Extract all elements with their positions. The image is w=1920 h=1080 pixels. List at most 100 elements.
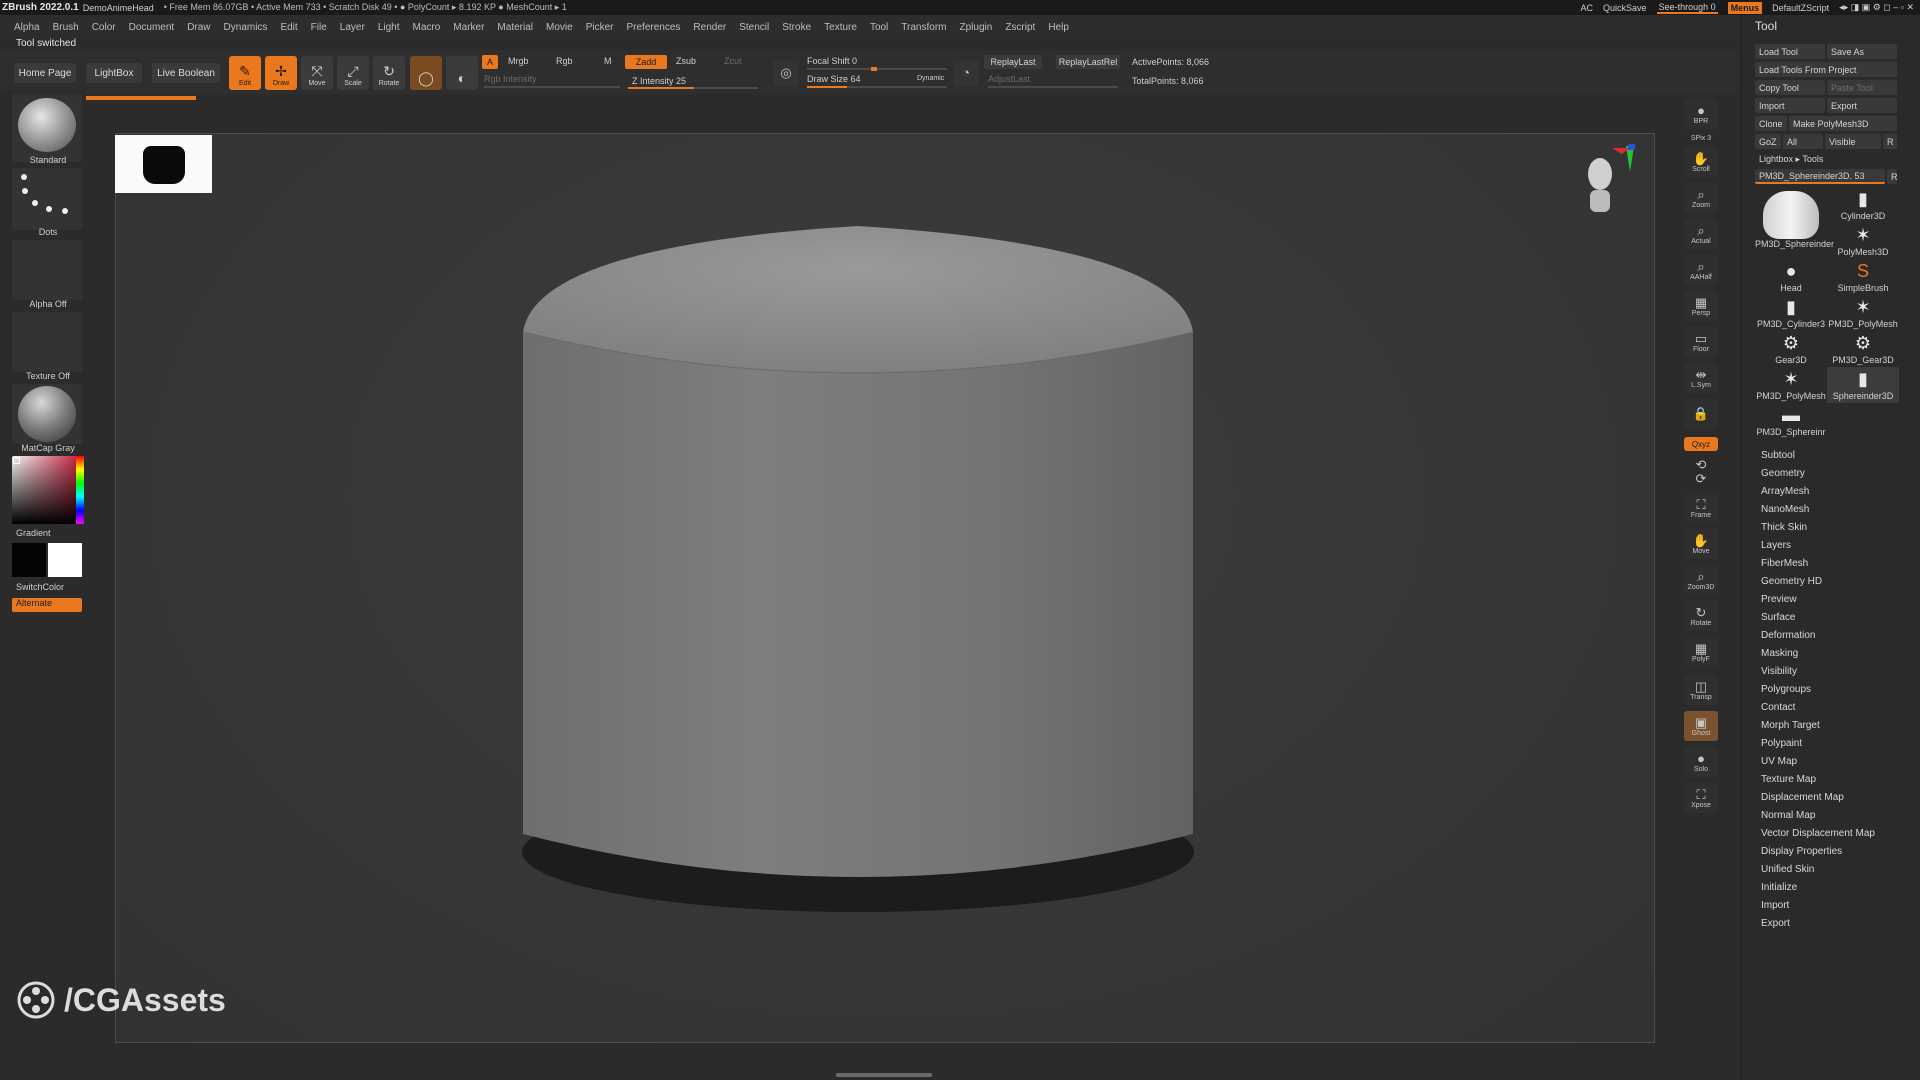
tool-pm3d-polymesh-2[interactable]: ✶ PM3D_PolyMesh (1755, 367, 1827, 403)
menu-alpha[interactable]: Alpha (14, 22, 40, 33)
see-through-slider[interactable]: See-through 0 (1656, 2, 1718, 14)
tool-pm3d-cylinder3[interactable]: ▮ PM3D_Cylinder3 (1755, 295, 1827, 331)
ghost-button[interactable]: ▣ Ghost (1684, 711, 1718, 741)
lsym-button[interactable]: ⇹ L.Sym (1684, 363, 1718, 393)
menu-file[interactable]: File (311, 22, 327, 33)
clone-button[interactable]: Clone (1755, 116, 1787, 131)
menu-zscript[interactable]: Zscript (1005, 22, 1035, 33)
quicksave-button[interactable]: QuickSave (1603, 3, 1647, 13)
actual-button[interactable]: ⌕ Actual (1684, 219, 1718, 249)
goz-button[interactable]: GoZ (1755, 134, 1781, 149)
menu-document[interactable]: Document (129, 22, 175, 33)
tool-sphereinder3d[interactable]: ▮ Sphereinder3D (1827, 367, 1899, 403)
menu-zplugin[interactable]: Zplugin (960, 22, 993, 33)
section-geometry[interactable]: Geometry (1761, 468, 1805, 479)
section-display-properties[interactable]: Display Properties (1761, 846, 1842, 857)
replay-last-rel-button[interactable]: ReplayLastRel (1056, 55, 1120, 69)
zoom3d-button[interactable]: ⌕ Zoom3D (1684, 565, 1718, 595)
menu-transform[interactable]: Transform (901, 22, 946, 33)
tool-pm3d-polymesh[interactable]: ✶ PM3D_PolyMesh (1827, 295, 1899, 331)
rgb-toggle[interactable]: Rgb (556, 56, 573, 66)
lightbox-tools-link[interactable]: Lightbox ▸ Tools (1755, 152, 1897, 167)
lightbox-button[interactable]: LightBox (86, 63, 142, 83)
section-uv-map[interactable]: UV Map (1761, 756, 1797, 767)
menu-tool[interactable]: Tool (870, 22, 888, 33)
zsub-toggle[interactable]: Zsub (676, 56, 696, 66)
section-displacement-map[interactable]: Displacement Map (1761, 792, 1844, 803)
bpr-button[interactable]: ● BPR (1684, 99, 1718, 129)
zadd-toggle[interactable]: Zadd (625, 55, 667, 69)
section-preview[interactable]: Preview (1761, 594, 1797, 605)
section-geometry-hd[interactable]: Geometry HD (1761, 576, 1822, 587)
export-button[interactable]: Export (1827, 98, 1897, 113)
menu-macro[interactable]: Macro (413, 22, 441, 33)
orientation-head-gizmo[interactable] (1576, 144, 1636, 224)
canvas-viewport[interactable] (115, 133, 1655, 1043)
load-tools-from-project-button[interactable]: Load Tools From Project (1755, 62, 1897, 77)
menu-render[interactable]: Render (693, 22, 726, 33)
draw-size-fill[interactable] (807, 86, 847, 88)
cylinder-mesh[interactable] (116, 134, 1655, 1043)
switch-color-button[interactable]: SwitchColor (12, 582, 84, 592)
section-texture-map[interactable]: Texture Map (1761, 774, 1816, 785)
menu-stencil[interactable]: Stencil (739, 22, 769, 33)
menu-picker[interactable]: Picker (586, 22, 614, 33)
copy-tool-button[interactable]: Copy Tool (1755, 80, 1825, 95)
transp-button[interactable]: ◫ Transp (1684, 675, 1718, 705)
section-masking[interactable]: Masking (1761, 648, 1798, 659)
solo-button[interactable]: ● Solo (1684, 747, 1718, 777)
move-view-button[interactable]: ✋ Move (1684, 529, 1718, 559)
focal-shift-handle[interactable] (871, 67, 877, 71)
menus-toggle[interactable]: Menus (1727, 1, 1763, 14)
scale-button[interactable]: ⤢ Scale (337, 56, 369, 90)
section-polygroups[interactable]: Polygroups (1761, 684, 1811, 695)
menu-preferences[interactable]: Preferences (626, 22, 680, 33)
section-polypaint[interactable]: Polypaint (1761, 738, 1802, 749)
primary-color-swatch[interactable] (12, 543, 46, 577)
draw-button[interactable]: ✢ Draw (265, 56, 297, 90)
save-as-button[interactable]: Save As (1827, 44, 1897, 59)
spix-slider[interactable]: SPix 3 (1684, 131, 1718, 145)
tool-gear3d[interactable]: ⚙ Gear3D (1755, 331, 1827, 367)
lock-button[interactable]: 🔒 (1684, 399, 1718, 429)
section-nanomesh[interactable]: NanoMesh (1761, 504, 1809, 515)
tool-thumbnail[interactable] (115, 135, 212, 193)
tool-pm3d-sphereinder[interactable]: PM3D_Sphereinder (1755, 187, 1834, 259)
alpha-tile[interactable] (12, 240, 82, 300)
dynamic-toggle[interactable]: Dynamic (917, 75, 944, 82)
section-layers[interactable]: Layers (1761, 540, 1791, 551)
z-intensity-fill[interactable] (628, 87, 694, 89)
edit-button[interactable]: ✎ Edit (229, 56, 261, 90)
lazy-toggle[interactable]: ◔ (953, 60, 979, 86)
menu-draw[interactable]: Draw (187, 22, 210, 33)
menu-material[interactable]: Material (497, 22, 533, 33)
bottom-tray-handle[interactable] (836, 1073, 932, 1077)
zoom-button[interactable]: ⌕ Zoom (1684, 183, 1718, 213)
m-toggle[interactable]: M (604, 56, 612, 66)
z-intensity-slider[interactable]: Z Intensity 25 (632, 76, 686, 86)
tool-cylinder3d[interactable]: ▮ Cylinder3D (1827, 187, 1899, 223)
menu-marker[interactable]: Marker (453, 22, 484, 33)
section-unified-skin[interactable]: Unified Skin (1761, 864, 1814, 875)
menu-help[interactable]: Help (1048, 22, 1069, 33)
section-morph-target[interactable]: Morph Target (1761, 720, 1820, 731)
menu-dynamics[interactable]: Dynamics (224, 22, 268, 33)
section-initialize[interactable]: Initialize (1761, 882, 1797, 893)
polyf-button[interactable]: ▦ PolyF (1684, 637, 1718, 667)
section-thick-skin[interactable]: Thick Skin (1761, 522, 1807, 533)
replay-last-button[interactable]: ReplayLast (984, 55, 1042, 69)
stroke-dots-tile[interactable] (12, 168, 82, 230)
make-polymesh-button[interactable]: Make PolyMesh3D (1789, 116, 1897, 131)
tool-head[interactable]: ● Head (1755, 259, 1827, 295)
section-vector-displacement-map[interactable]: Vector Displacement Map (1761, 828, 1875, 839)
paste-tool-button[interactable]: Paste Tool (1827, 80, 1897, 95)
section-contact[interactable]: Contact (1761, 702, 1795, 713)
tool-polymesh3d[interactable]: ✶ PolyMesh3D (1827, 223, 1899, 259)
section-export[interactable]: Export (1761, 918, 1790, 929)
current-tool-slider[interactable]: PM3D_Sphereinder3D. 53 (1755, 169, 1885, 184)
current-tool-r-button[interactable]: R (1887, 169, 1898, 184)
secondary-color-swatch[interactable] (48, 543, 82, 577)
tool-pm3d-gear3d[interactable]: ⚙ PM3D_Gear3D (1827, 331, 1899, 367)
tool-simplebrush[interactable]: S SimpleBrush (1827, 259, 1899, 295)
section-normal-map[interactable]: Normal Map (1761, 810, 1815, 821)
